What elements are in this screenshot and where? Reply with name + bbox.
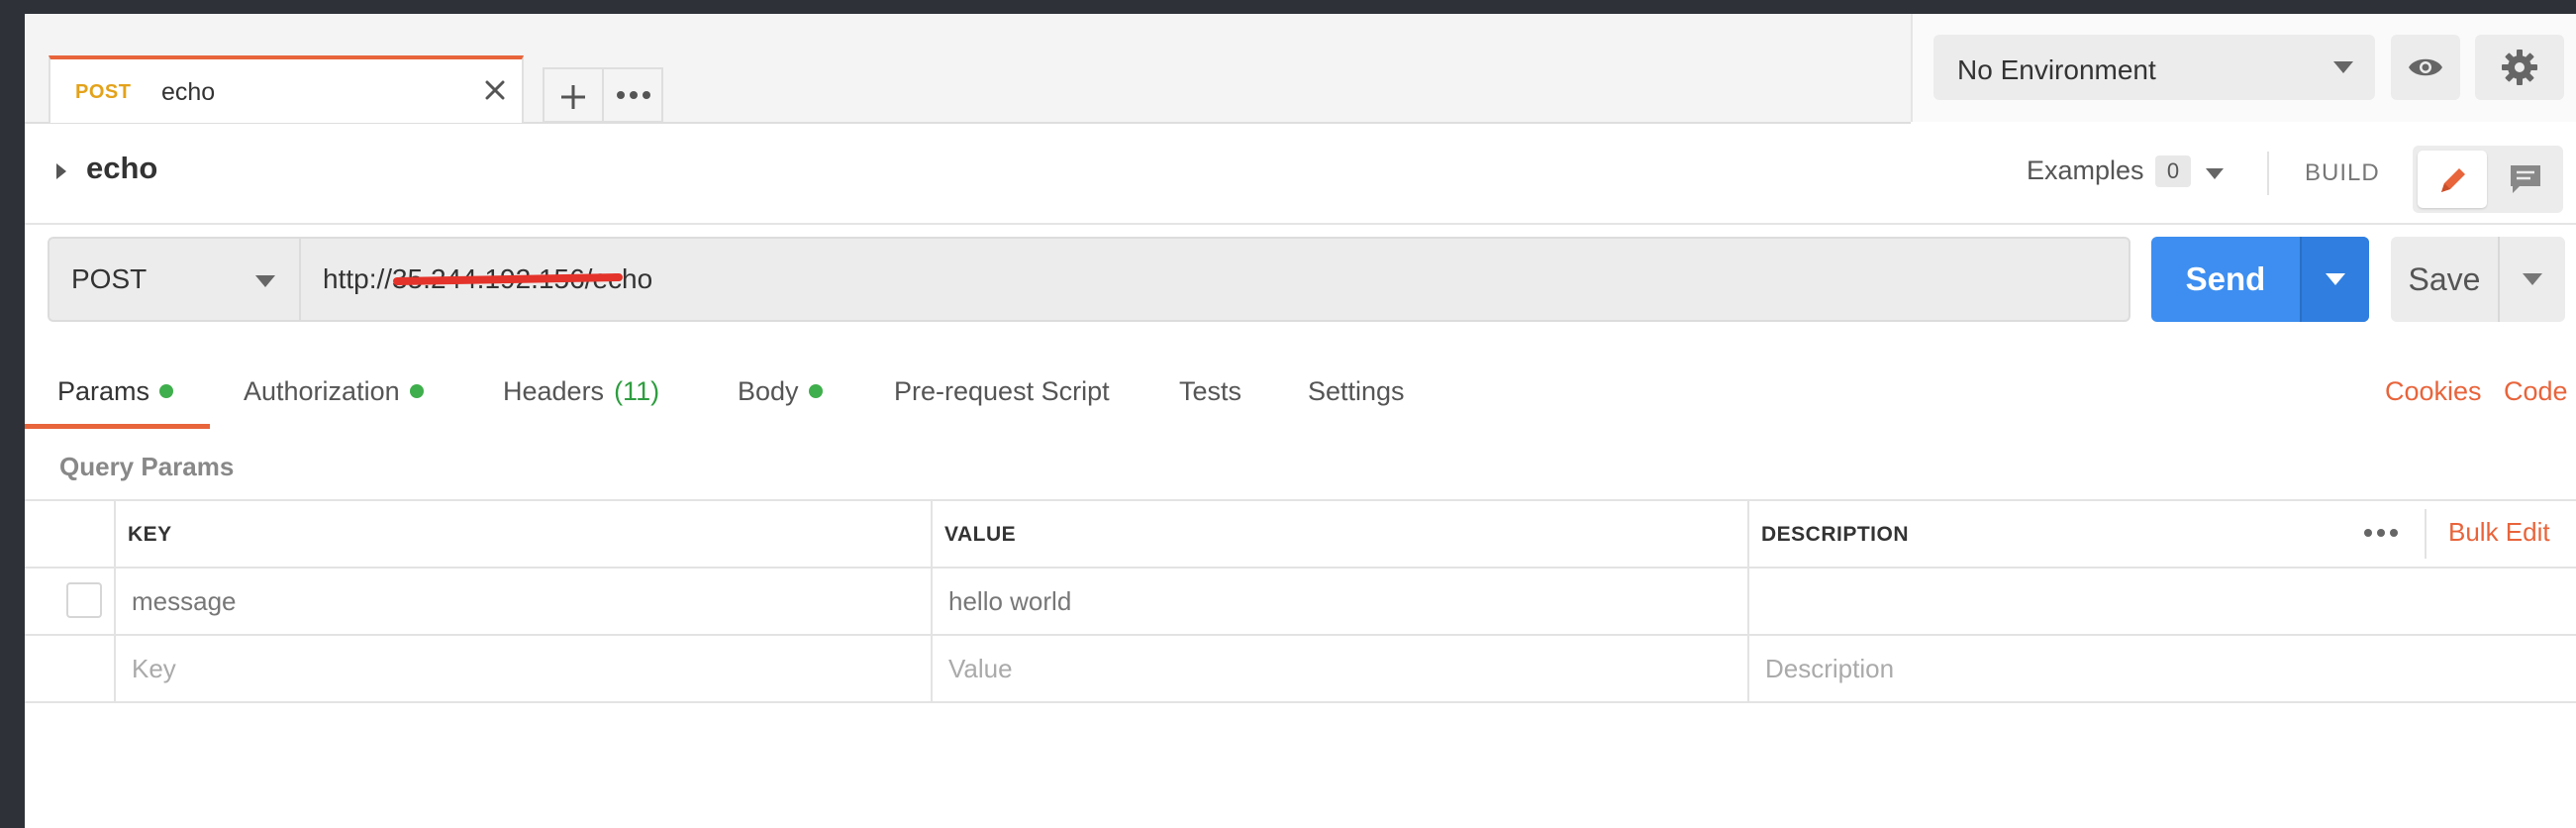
save-options-button[interactable] bbox=[2498, 237, 2565, 322]
environment-label: No Environment bbox=[1957, 54, 2156, 85]
environment-select[interactable]: No Environment bbox=[1933, 35, 2375, 100]
row-checkbox[interactable] bbox=[66, 582, 102, 618]
eye-icon bbox=[2407, 52, 2444, 87]
request-title-row: echo Examples 0 BUILD bbox=[25, 124, 2576, 225]
tab-strip: POST echo bbox=[25, 14, 1911, 124]
build-mode-button[interactable] bbox=[2418, 151, 2487, 208]
close-icon[interactable] bbox=[478, 73, 512, 107]
value-column-header: VALUE bbox=[931, 501, 1747, 567]
save-button[interactable]: Save bbox=[2391, 237, 2565, 322]
param-key-input[interactable]: message bbox=[114, 569, 931, 634]
bulk-edit-link[interactable]: Bulk Edit bbox=[2448, 517, 2550, 548]
tab-authorization-label: Authorization bbox=[244, 376, 400, 406]
plus-icon bbox=[558, 82, 588, 117]
active-tab-indicator bbox=[25, 424, 210, 429]
method-label: POST bbox=[71, 263, 148, 294]
status-dot bbox=[159, 384, 174, 398]
new-value-input[interactable]: Value bbox=[931, 636, 1747, 701]
postman-window: POST echo No Environment echo Examples 0… bbox=[25, 14, 2576, 828]
pencil-icon bbox=[2436, 163, 2470, 202]
tab-settings[interactable]: Settings bbox=[1308, 376, 1405, 407]
examples-label[interactable]: Examples bbox=[2027, 155, 2144, 186]
comments-button[interactable] bbox=[2492, 151, 2559, 208]
status-dot bbox=[808, 384, 823, 398]
table-row: Key Value Description bbox=[25, 634, 2576, 703]
status-dot bbox=[409, 384, 424, 398]
tab-body-label: Body bbox=[738, 376, 799, 406]
tab-params-label: Params bbox=[57, 376, 150, 406]
cookies-link[interactable]: Cookies bbox=[2385, 376, 2482, 407]
param-value-input[interactable]: hello world bbox=[931, 569, 1747, 634]
chevron-down-icon bbox=[2523, 273, 2542, 285]
divider bbox=[2425, 509, 2427, 559]
row-checkbox-cell bbox=[25, 569, 114, 634]
caret-right-icon[interactable] bbox=[56, 163, 66, 179]
send-options-button[interactable] bbox=[2300, 237, 2369, 322]
divider bbox=[2267, 152, 2269, 195]
settings-button[interactable] bbox=[2475, 35, 2564, 100]
new-description-input[interactable]: Description bbox=[1747, 636, 2576, 701]
tab-pre-request-script[interactable]: Pre-request Script bbox=[894, 376, 1110, 407]
chevron-down-icon bbox=[2326, 273, 2345, 285]
new-key-input[interactable]: Key bbox=[114, 636, 931, 701]
table-header-row: KEY VALUE DESCRIPTION Bulk Edit bbox=[25, 499, 2576, 567]
send-label: Send bbox=[2185, 260, 2266, 297]
param-description-input[interactable] bbox=[1747, 569, 2576, 634]
tab-headers-label: Headers bbox=[503, 376, 605, 406]
new-tab-button[interactable] bbox=[543, 67, 604, 123]
chevron-down-icon bbox=[255, 275, 275, 287]
code-link[interactable]: Code bbox=[2504, 376, 2568, 407]
mode-toggle-group bbox=[2413, 146, 2563, 213]
query-params-title: Query Params bbox=[59, 452, 235, 481]
table-row: message hello world bbox=[25, 567, 2576, 634]
tab-body[interactable]: Body bbox=[738, 376, 823, 407]
build-mode-label: BUILD bbox=[2305, 159, 2380, 186]
tab-options-button[interactable] bbox=[602, 67, 663, 123]
more-icon[interactable] bbox=[2361, 523, 2401, 543]
key-column-header: KEY bbox=[114, 501, 931, 567]
tab-tests[interactable]: Tests bbox=[1179, 376, 1241, 407]
send-button[interactable]: Send bbox=[2151, 237, 2369, 322]
request-tab[interactable]: POST echo bbox=[49, 55, 524, 123]
comment-icon bbox=[2508, 162, 2543, 201]
gear-icon bbox=[2501, 49, 2538, 91]
save-label: Save bbox=[2408, 261, 2481, 297]
more-icon bbox=[614, 85, 653, 110]
chevron-down-icon bbox=[2333, 61, 2353, 73]
tab-method-label: POST bbox=[75, 81, 132, 103]
method-select[interactable]: POST bbox=[48, 237, 299, 322]
tab-params[interactable]: Params bbox=[57, 376, 174, 407]
request-title[interactable]: echo bbox=[86, 151, 157, 186]
environment-quick-look-button[interactable] bbox=[2391, 35, 2460, 100]
tab-authorization[interactable]: Authorization bbox=[244, 376, 424, 407]
headers-count: (11) bbox=[614, 376, 660, 406]
chevron-down-icon[interactable] bbox=[2206, 168, 2224, 179]
checkbox-column-header bbox=[25, 501, 114, 567]
tab-name-label: echo bbox=[161, 78, 216, 106]
examples-count-badge: 0 bbox=[2155, 155, 2191, 187]
request-tabs: Params Authorization Headers (11) Body Pr… bbox=[25, 351, 2576, 430]
tab-headers[interactable]: Headers (11) bbox=[503, 376, 659, 407]
row-checkbox-cell bbox=[25, 636, 114, 701]
